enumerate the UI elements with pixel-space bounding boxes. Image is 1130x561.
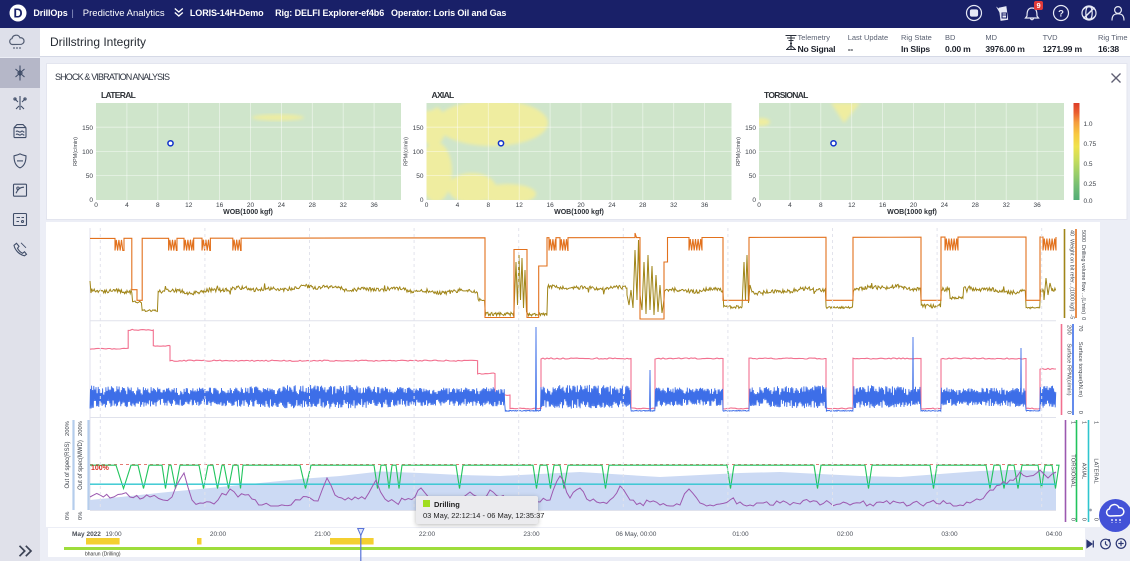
- svg-text:150: 150: [413, 125, 424, 132]
- svg-text:20: 20: [577, 202, 585, 209]
- svg-text:0: 0: [89, 197, 93, 204]
- svg-text:WOB(1000 kgf): WOB(1000 kgf): [887, 209, 937, 216]
- svg-text:02:00: 02:00: [837, 531, 854, 538]
- svg-text:RPM(c/min): RPM(c/min): [73, 137, 79, 166]
- svg-text:24: 24: [941, 202, 949, 209]
- svg-text:36: 36: [1033, 202, 1041, 209]
- svg-text:May 2022: May 2022: [72, 531, 101, 538]
- svg-text:AXIAL: AXIAL: [432, 90, 455, 100]
- svg-text:0: 0: [757, 202, 761, 209]
- svg-text:0.0: 0.0: [1084, 198, 1093, 205]
- svg-text:21:00: 21:00: [314, 531, 331, 538]
- svg-text:4: 4: [456, 202, 460, 209]
- svg-text:RPM(c/min): RPM(c/min): [404, 137, 410, 166]
- svg-text:12: 12: [516, 202, 524, 209]
- svg-text:16: 16: [216, 202, 224, 209]
- svg-text:50: 50: [749, 173, 757, 180]
- svg-text:0: 0: [1081, 518, 1087, 521]
- svg-text:36: 36: [701, 202, 709, 209]
- svg-text:1: 1: [1081, 421, 1087, 424]
- svg-text:0: 0: [420, 197, 424, 204]
- svg-text:32: 32: [340, 202, 348, 209]
- svg-text:22:00: 22:00: [419, 531, 436, 538]
- svg-text:32: 32: [670, 202, 678, 209]
- svg-text:1: 1: [1093, 421, 1099, 424]
- svg-text:Out of spec(RSS): Out of spec(RSS): [65, 441, 71, 488]
- svg-text:0: 0: [1093, 518, 1099, 521]
- svg-text:LATERAL: LATERAL: [1093, 458, 1099, 484]
- svg-text:50: 50: [416, 173, 424, 180]
- svg-text:50: 50: [86, 173, 94, 180]
- svg-text:150: 150: [82, 125, 93, 132]
- svg-text:4: 4: [788, 202, 792, 209]
- svg-text:28: 28: [639, 202, 647, 209]
- svg-text:RPM(c/min): RPM(c/min): [736, 137, 742, 166]
- svg-text:06 May, 00:00: 06 May, 00:00: [616, 531, 657, 538]
- svg-text:100: 100: [413, 149, 424, 156]
- svg-text:8: 8: [486, 202, 490, 209]
- svg-text:WOB(1000 kgf): WOB(1000 kgf): [554, 209, 604, 216]
- svg-text:4: 4: [125, 202, 129, 209]
- svg-text:0: 0: [1070, 518, 1076, 521]
- svg-text:0%: 0%: [78, 512, 84, 520]
- svg-text:100: 100: [82, 149, 93, 156]
- svg-text:24: 24: [278, 202, 286, 209]
- svg-text:20: 20: [910, 202, 918, 209]
- svg-text:12: 12: [848, 202, 856, 209]
- svg-text:24: 24: [608, 202, 616, 209]
- svg-text:32: 32: [1003, 202, 1011, 209]
- svg-text:40 Weight on bit refer...(100: 40 Weight on bit refer...(1000 kgf) -5: [1069, 230, 1075, 319]
- svg-text:23:00: 23:00: [523, 531, 540, 538]
- svg-text:AXIAL: AXIAL: [1081, 463, 1087, 480]
- svg-text:28: 28: [309, 202, 317, 209]
- svg-text:Surface RPM(c/min): Surface RPM(c/min): [1066, 343, 1072, 395]
- svg-text:12: 12: [185, 202, 193, 209]
- svg-text:WOB(1000 kgf): WOB(1000 kgf): [223, 209, 273, 216]
- svg-text:20: 20: [247, 202, 255, 209]
- svg-text:8: 8: [819, 202, 823, 209]
- svg-text:TORSIONAL: TORSIONAL: [764, 90, 808, 100]
- svg-text:D: D: [13, 7, 22, 21]
- svg-text:?: ?: [1058, 9, 1064, 20]
- svg-text:0%: 0%: [65, 512, 71, 520]
- svg-text:0: 0: [425, 202, 429, 209]
- svg-text:0: 0: [752, 197, 756, 204]
- svg-text:TORSIONAL: TORSIONAL: [1070, 454, 1076, 488]
- svg-text:16: 16: [879, 202, 887, 209]
- svg-text:16: 16: [546, 202, 554, 209]
- svg-text:100%: 100%: [91, 465, 110, 472]
- svg-text:28: 28: [972, 202, 980, 209]
- svg-text:0.25: 0.25: [1084, 181, 1097, 188]
- svg-text:20:00: 20:00: [210, 531, 227, 538]
- svg-text:1: 1: [1070, 421, 1076, 424]
- svg-text:0.5: 0.5: [1084, 161, 1093, 168]
- svg-text:1.0: 1.0: [1084, 121, 1093, 128]
- svg-text:SHOCK & VIBRATION ANALYSIS: SHOCK & VIBRATION ANALYSIS: [55, 72, 170, 82]
- svg-text:36: 36: [370, 202, 378, 209]
- svg-text:5000 Drilling volume flow ...: 5000 Drilling volume flow ...(L/min) 0: [1080, 230, 1086, 320]
- svg-text:100: 100: [745, 149, 756, 156]
- svg-text:01:00: 01:00: [732, 531, 749, 538]
- svg-text:70: 70: [1077, 325, 1083, 331]
- svg-text:0: 0: [1066, 411, 1072, 414]
- svg-text:0: 0: [94, 202, 98, 209]
- svg-text:150: 150: [745, 125, 756, 132]
- svg-text:04:00: 04:00: [1046, 531, 1063, 538]
- svg-text:bharun (Drilling): bharun (Drilling): [85, 552, 121, 558]
- svg-text:200: 200: [1066, 325, 1072, 335]
- svg-text:Out of spec(MWD): Out of spec(MWD): [78, 440, 84, 490]
- svg-text:8: 8: [156, 202, 160, 209]
- svg-text:0.75: 0.75: [1084, 141, 1097, 148]
- svg-text:19:00: 19:00: [105, 531, 122, 538]
- svg-text:LATERAL: LATERAL: [101, 90, 136, 100]
- svg-text:200%: 200%: [65, 421, 71, 436]
- svg-text:Surface torque(kN.m): Surface torque(kN.m): [1077, 342, 1083, 397]
- svg-text:200%: 200%: [78, 421, 84, 436]
- svg-text:03:00: 03:00: [941, 531, 958, 538]
- svg-text:0: 0: [1077, 411, 1083, 414]
